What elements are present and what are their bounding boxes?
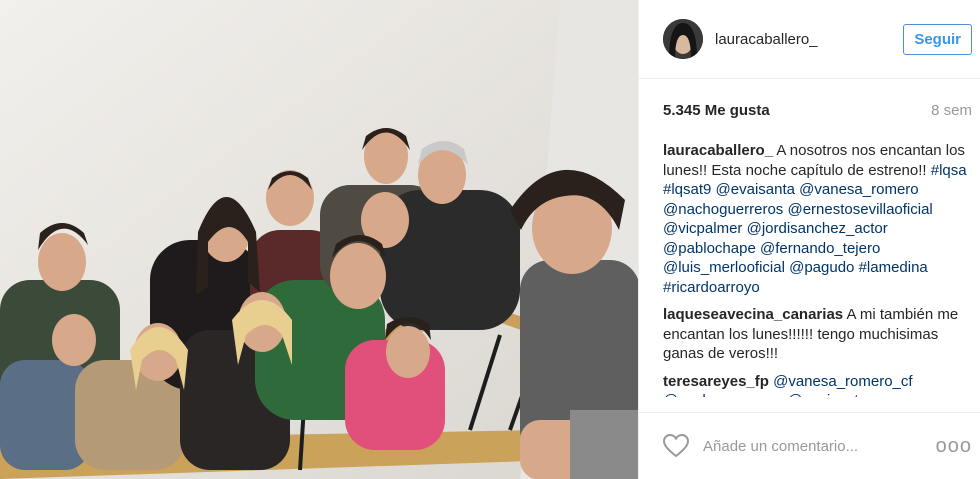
comment-item: laqueseavecina_canarias A mi también me … <box>663 305 972 364</box>
post-stats: 5.345 Me gusta 8 sem <box>639 79 980 141</box>
post-header: lauracaballero_ Seguir <box>639 0 980 79</box>
follow-button[interactable]: Seguir <box>903 23 972 55</box>
avatar-image <box>663 19 703 59</box>
post-photo[interactable] <box>0 0 638 479</box>
comments-list: lauracaballero_ A nosotros nos encantan … <box>639 141 980 397</box>
comment-item: lauracaballero_ A nosotros nos encantan … <box>663 141 972 297</box>
mention-link[interactable]: @nachoguerreros <box>663 201 783 218</box>
hashtag-link[interactable]: #lamedina <box>859 259 928 276</box>
hashtag-link[interactable]: #lqsat9 <box>663 181 711 198</box>
mention-link[interactable]: @luis_merlooficial <box>663 259 785 276</box>
mention-link[interactable]: @pagudo <box>789 259 854 276</box>
avatar[interactable] <box>663 19 703 59</box>
comment-username[interactable]: laqueseavecina_canarias <box>663 306 843 323</box>
more-options-icon[interactable]: ooo <box>936 435 972 458</box>
hashtag-link[interactable]: #lqsa <box>931 162 967 179</box>
add-comment-input[interactable] <box>701 436 936 456</box>
likes-count[interactable]: 5.345 Me gusta <box>663 102 770 119</box>
instagram-post: lauracaballero_ Seguir 5.345 Me gusta 8 … <box>0 0 980 479</box>
heart-outline-icon[interactable] <box>663 434 689 458</box>
post-sidebar: lauracaballero_ Seguir 5.345 Me gusta 8 … <box>638 0 980 479</box>
post-time[interactable]: 8 sem <box>931 102 972 119</box>
hashtag-link[interactable]: #ricardoarroyo <box>663 279 760 296</box>
mention-link[interactable]: @evaisanta <box>716 181 795 198</box>
mention-link[interactable]: @ernestosevillaoficial <box>787 201 932 218</box>
mention-link[interactable]: @vanesa_romero <box>799 181 918 198</box>
comment-text: A nosotros nos encantan los lunes!! Esta… <box>663 142 967 296</box>
mention-link[interactable]: @evaisanta <box>787 392 866 397</box>
mention-link[interactable]: @fernando_tejero <box>760 240 880 257</box>
mention-link[interactable]: @vanesa_romero_cf <box>773 373 912 390</box>
post-username[interactable]: lauracaballero_ <box>715 31 903 48</box>
mention-link[interactable]: @pablochape <box>663 240 756 257</box>
comment-username[interactable]: lauracaballero_ <box>663 142 773 159</box>
mention-link[interactable]: @vicpalmer <box>663 220 742 237</box>
comment-item: teresareyes_fp @vanesa_romero_cf @nachog… <box>663 372 972 398</box>
mention-link[interactable]: @jordisanchez_actor <box>747 220 888 237</box>
mention-link[interactable]: @nachoguerreros <box>663 392 783 397</box>
comment-username[interactable]: teresareyes_fp <box>663 373 769 390</box>
group-selfie-image <box>0 0 638 479</box>
comment-bar: ooo <box>639 412 980 479</box>
